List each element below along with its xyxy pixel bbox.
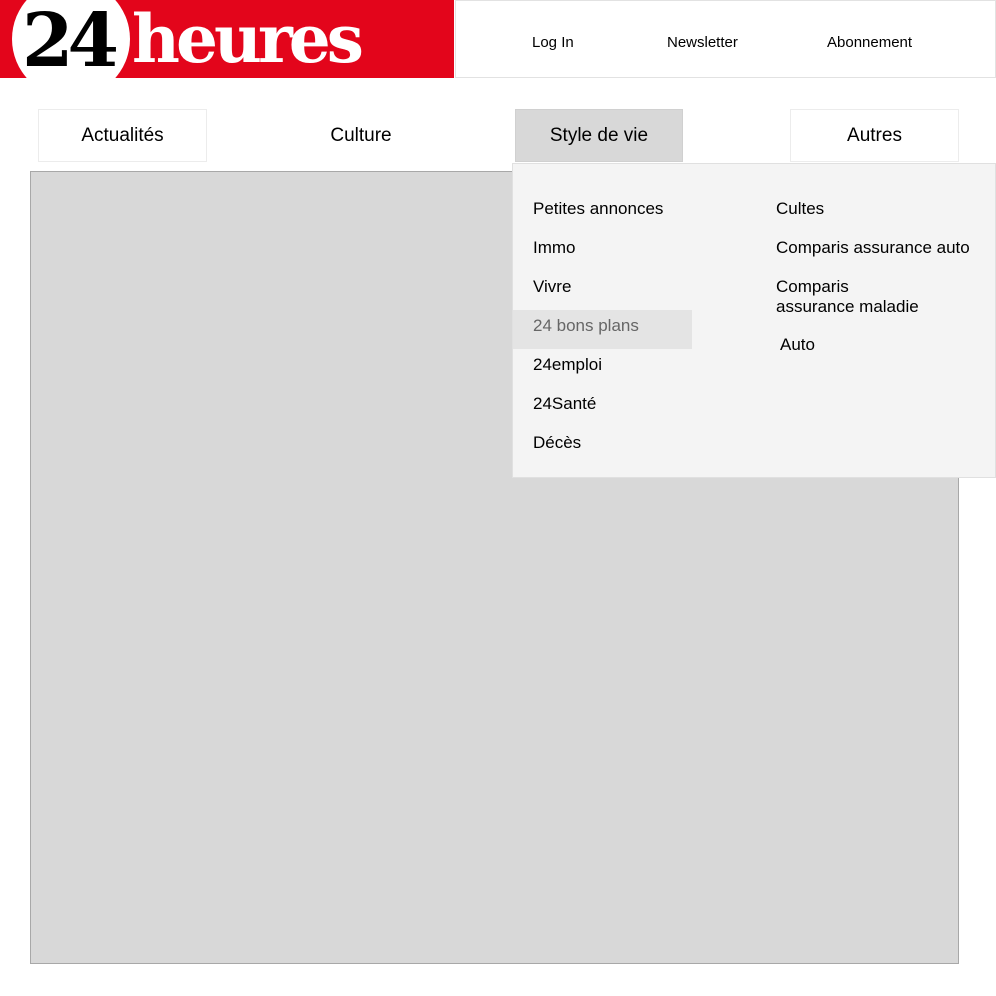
login-link[interactable]: Log In xyxy=(532,34,574,51)
menu-item-auto[interactable]: Auto xyxy=(780,335,815,355)
menu-item-cultes[interactable]: Cultes xyxy=(776,199,824,219)
menu-item-comparis-assurance-maladie[interactable]: Comparis assurance maladie xyxy=(776,277,919,317)
menu-item-24sante[interactable]: 24Santé xyxy=(533,394,596,414)
menu-item-24emploi[interactable]: 24emploi xyxy=(533,355,602,375)
menu-item-comparis-assurance-auto[interactable]: Comparis assurance auto xyxy=(776,238,970,258)
menu-item-immo[interactable]: Immo xyxy=(533,238,576,258)
menu-item-deces[interactable]: Décès xyxy=(533,433,581,453)
nav-item-actualites[interactable]: Actualités xyxy=(38,109,207,162)
nav-item-autres[interactable]: Autres xyxy=(790,109,959,162)
nav-item-culture[interactable]: Culture xyxy=(276,109,446,162)
subscription-link[interactable]: Abonnement xyxy=(827,34,912,51)
logo-number: 24 xyxy=(22,0,119,78)
top-links-bar: Log In Newsletter Abonnement xyxy=(455,0,996,78)
style-de-vie-dropdown: Petites annonces Immo Vivre 24 bons plan… xyxy=(512,163,996,478)
menu-item-petites-annonces[interactable]: Petites annonces xyxy=(533,199,663,219)
newsletter-link[interactable]: Newsletter xyxy=(667,34,738,51)
site-logo[interactable]: 24 heures xyxy=(0,0,454,78)
logo-word: heures xyxy=(132,0,364,78)
nav-item-style-de-vie[interactable]: Style de vie xyxy=(515,109,683,162)
menu-item-24-bons-plans[interactable]: 24 bons plans xyxy=(513,310,692,349)
menu-item-vivre[interactable]: Vivre xyxy=(533,277,571,297)
